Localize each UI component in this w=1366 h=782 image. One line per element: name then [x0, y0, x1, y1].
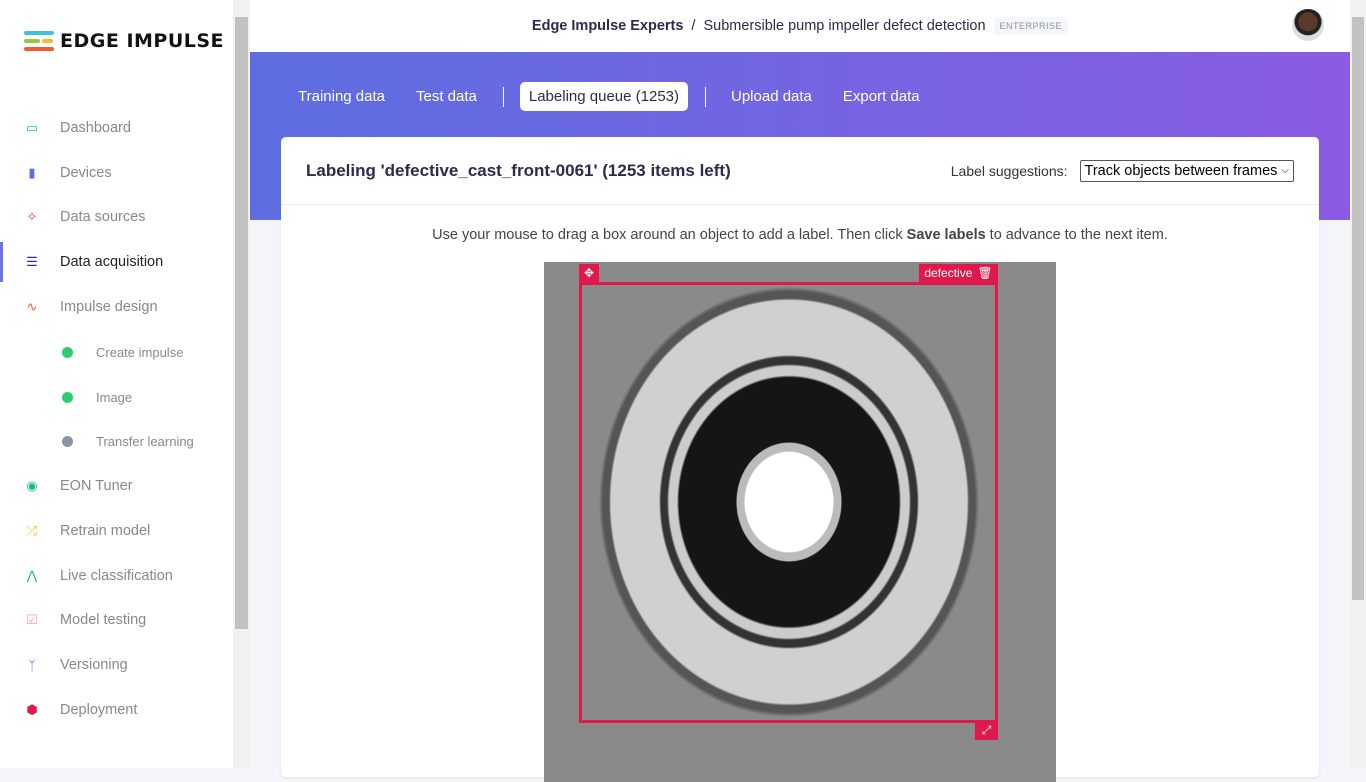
- sidebar-item-versioning[interactable]: ᛉ Versioning: [0, 645, 233, 685]
- tab-divider: [705, 86, 706, 107]
- sidebar-item-label: Data sources: [60, 209, 146, 225]
- sidebar-item-label: Dashboard: [60, 120, 131, 136]
- graph-icon: ⋀: [26, 568, 38, 583]
- label-suggestions-label: Label suggestions:: [950, 162, 1068, 179]
- dot-icon: [62, 435, 73, 447]
- sidebar-item-create-impulse[interactable]: Create impulse: [0, 332, 233, 372]
- tab-upload-data[interactable]: Upload data: [722, 82, 821, 111]
- tab-divider: [502, 86, 504, 107]
- clipboard-check-icon: ☑: [26, 612, 38, 627]
- sidebar-item-devices[interactable]: ▮ Devices: [0, 153, 233, 193]
- page-scrollbar[interactable]: [1350, 0, 1366, 768]
- sidebar-scrollbar[interactable]: [233, 0, 250, 768]
- box-label: defective: [924, 266, 973, 280]
- label-suggestions-select[interactable]: Track objects between frames ⌵: [1079, 159, 1294, 182]
- tabs: Training data Test data Labeling queue (…: [289, 82, 942, 111]
- sidebar-item-deployment[interactable]: ⬢ Deployment: [0, 690, 233, 730]
- logo-text: EDGE IMPULSE: [60, 30, 225, 52]
- box-label-tag[interactable]: defective 🗑: [919, 264, 998, 282]
- sidebar-item-transfer-learning[interactable]: Transfer learning: [0, 421, 233, 461]
- tab-labeling-queue[interactable]: Labeling queue (1253): [519, 82, 688, 111]
- move-icon[interactable]: ✥: [579, 264, 599, 282]
- labeling-title: Labeling 'defective_cast_front-0061' (12…: [306, 160, 731, 180]
- sidebar-item-label: Transfer learning: [96, 433, 194, 449]
- labeling-image[interactable]: ✥ defective 🗑 ⤢: [544, 262, 1056, 782]
- shuffle-icon: ⤮: [26, 523, 38, 538]
- sidebar-item-label: Live classification: [60, 568, 173, 584]
- sidebar-item-model-testing[interactable]: ☑ Model testing: [0, 600, 233, 640]
- pulse-icon: ∿: [26, 299, 38, 314]
- bounding-box[interactable]: [579, 282, 998, 723]
- enterprise-badge: ENTERPRISE: [993, 17, 1069, 35]
- sidebar-item-label: Versioning: [60, 657, 128, 673]
- chip-icon: ▮: [28, 165, 36, 180]
- sidebar-item-data-sources[interactable]: ✧ Data sources: [0, 197, 233, 237]
- sidebar-item-image[interactable]: Image: [0, 377, 233, 417]
- database-icon: ☰: [26, 254, 38, 269]
- logo[interactable]: EDGE IMPULSE: [24, 30, 224, 52]
- sidebar-item-label: Image: [96, 389, 133, 405]
- breadcrumb-separator: /: [691, 18, 696, 34]
- sidebar-item-eon-tuner[interactable]: ◉ EON Tuner: [0, 466, 233, 506]
- breadcrumb-org[interactable]: Edge Impulse Experts: [532, 18, 684, 34]
- chevron-down-icon: ⌵: [1281, 165, 1289, 176]
- sidebar: EDGE IMPULSE ▭ Dashboard ▮ Devices ✧ Data sou…: [0, 0, 233, 768]
- logo-icon: [24, 30, 54, 52]
- magic-wand-icon: ✧: [26, 209, 38, 224]
- sidebar-item-label: Deployment: [60, 702, 138, 718]
- top-bar: Edge Impulse Experts / Submersible pump …: [250, 0, 1350, 52]
- sidebar-item-label: Retrain model: [60, 523, 151, 539]
- tab-training-data[interactable]: Training data: [289, 82, 394, 111]
- labeling-card: Labeling 'defective_cast_front-0061' (12…: [281, 137, 1319, 782]
- sidebar-item-label: Devices: [60, 165, 112, 181]
- sidebar-item-impulse-design[interactable]: ∿ Impulse design: [0, 287, 233, 327]
- dot-icon: [62, 346, 73, 358]
- sidebar-item-label: Model testing: [60, 612, 147, 628]
- select-value: Track objects between frames: [1084, 162, 1278, 179]
- sidebar-item-live-classification[interactable]: ⋀ Live classification: [0, 556, 233, 596]
- compass-icon: ◉: [26, 478, 38, 493]
- sidebar-item-label: EON Tuner: [60, 478, 133, 494]
- resize-icon[interactable]: ⤢: [975, 721, 998, 740]
- branch-icon: ᛉ: [28, 657, 36, 673]
- tab-test-data[interactable]: Test data: [407, 82, 486, 111]
- trash-icon[interactable]: 🗑: [977, 266, 992, 280]
- avatar[interactable]: [1292, 9, 1324, 41]
- instructions: Use your mouse to drag a box around an o…: [432, 227, 1168, 243]
- dot-icon: [62, 391, 73, 403]
- monitor-icon: ▭: [25, 120, 39, 135]
- tab-export-data[interactable]: Export data: [834, 82, 929, 111]
- breadcrumb-project[interactable]: Submersible pump impeller defect detecti…: [703, 18, 985, 34]
- sidebar-item-label: Create impulse: [96, 344, 184, 360]
- sidebar-item-data-acquisition[interactable]: ☰ Data acquisition: [0, 242, 233, 282]
- cube-icon: ⬢: [26, 702, 38, 717]
- sidebar-item-dashboard[interactable]: ▭ Dashboard: [0, 108, 233, 148]
- sidebar-item-label: Impulse design: [60, 299, 158, 315]
- sidebar-item-label: Data acquisition: [60, 254, 164, 270]
- sidebar-item-retrain-model[interactable]: ⤮ Retrain model: [0, 511, 233, 551]
